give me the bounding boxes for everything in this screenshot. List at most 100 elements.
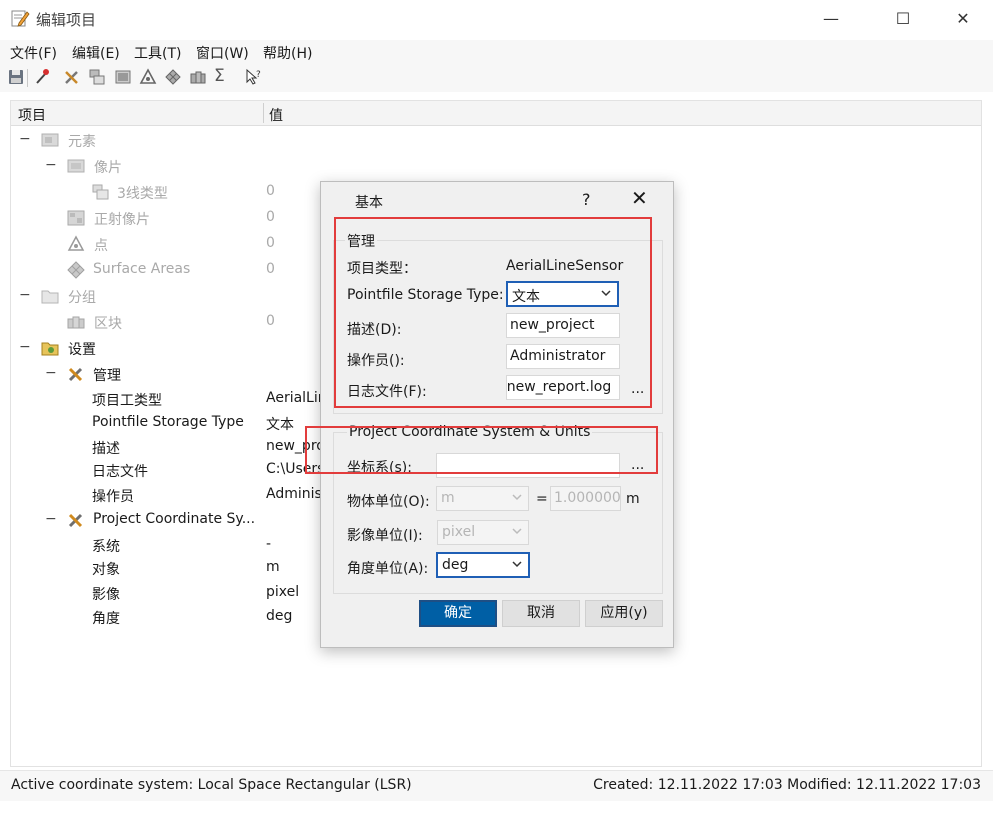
svg-text:?: ? — [256, 70, 261, 80]
tree-label: 设置 — [68, 342, 96, 358]
image-unit-label: 影像单位(I): — [347, 528, 423, 544]
tree-label: Surface Areas — [93, 261, 191, 277]
settings-folder-icon — [41, 342, 59, 356]
unit-factor-input[interactable]: 1.000000 — [550, 486, 621, 511]
tools-icon — [68, 513, 83, 528]
cancel-button[interactable]: 取消 — [502, 600, 580, 627]
menu-tools[interactable]: 工具(T) — [134, 43, 181, 63]
point-triangle-icon — [67, 235, 85, 251]
collapse-icon[interactable]: − — [19, 131, 31, 147]
object-unit-selected: m — [441, 490, 455, 506]
tree-label: 分组 — [68, 290, 96, 306]
tree-label: 3线类型 — [117, 186, 168, 202]
tree-value: pixel — [266, 584, 300, 600]
ortho-image-icon — [67, 210, 85, 226]
tools-icon — [68, 367, 83, 382]
chevron-down-icon — [512, 528, 522, 535]
unit-factor-unit: m — [626, 491, 640, 507]
sigma-icon[interactable]: Σ — [214, 66, 232, 86]
tree-label: 系统 — [92, 539, 120, 555]
tree-label: 对象 — [92, 562, 120, 578]
collapse-icon[interactable]: − — [45, 365, 57, 381]
grid-icon[interactable] — [164, 68, 182, 86]
timestamps-status: Created: 12.11.2022 17:03 Modified: 12.1… — [593, 777, 981, 793]
magic-wand-icon[interactable] — [33, 68, 51, 86]
collapse-icon[interactable]: − — [45, 157, 57, 173]
tree-label: 描述 — [92, 441, 120, 457]
maximize-button[interactable]: ☐ — [880, 0, 926, 38]
tree-label: 管理 — [93, 368, 121, 384]
tree-value: AerialLineSensor — [266, 390, 321, 406]
chevron-down-icon — [512, 494, 522, 501]
column-header-item[interactable]: 项目 — [18, 105, 46, 125]
dialog-close-icon[interactable]: ✕ — [631, 186, 648, 210]
tree-label: Project Coordinate Sy... — [93, 511, 256, 527]
tree-value: Administrator — [266, 486, 321, 502]
tree-label: Pointfile Storage Type — [92, 414, 244, 430]
tree-label: 操作员 — [92, 489, 134, 505]
object-unit-label: 物体单位(O): — [347, 494, 430, 510]
highlight-box-management — [334, 217, 652, 408]
column-separator[interactable] — [263, 103, 264, 123]
status-bar: Active coordinate system: Local Space Re… — [0, 770, 993, 801]
tree-label: 正射像片 — [94, 212, 150, 228]
help-icon[interactable]: ? — [582, 190, 591, 209]
layers-icon — [92, 184, 109, 200]
layers-icon[interactable] — [88, 68, 106, 86]
tree-value: 0 — [266, 261, 275, 277]
tree-value: 0 — [266, 313, 275, 329]
object-unit-select[interactable]: m — [436, 486, 529, 511]
angle-unit-label: 角度单位(A): — [347, 561, 429, 577]
tree-label: 区块 — [94, 316, 122, 332]
menu-file[interactable]: 文件(F) — [10, 43, 57, 63]
surface-grid-icon — [67, 261, 85, 279]
tree-row[interactable]: − 像片 — [11, 154, 981, 178]
triangle-icon[interactable] — [139, 68, 157, 86]
tree-value: - — [266, 536, 272, 552]
menu-help[interactable]: 帮助(H) — [263, 43, 312, 63]
tree-value: 0 — [266, 235, 275, 251]
chevron-down-icon — [512, 561, 522, 568]
tree-header: 项目 值 — [11, 101, 981, 126]
tree-value: 0 — [266, 183, 275, 199]
folder-icon — [41, 290, 59, 304]
minimize-button[interactable]: — — [808, 0, 854, 38]
tree-label: 日志文件 — [92, 464, 148, 480]
image-icon[interactable] — [114, 68, 132, 86]
collapse-icon[interactable]: − — [19, 287, 31, 303]
tree-value: 0 — [266, 209, 275, 225]
column-header-value[interactable]: 值 — [269, 105, 283, 125]
image-unit-selected: pixel — [442, 524, 476, 540]
ok-button[interactable]: 确定 — [419, 600, 497, 627]
image-icon — [67, 159, 85, 173]
blocks-icon[interactable] — [189, 68, 207, 86]
edit-pencil-icon — [11, 10, 30, 27]
highlight-box-coordinate-system — [305, 426, 658, 474]
toolbar-separator — [27, 69, 28, 87]
dialog-title: 基本 — [355, 195, 383, 211]
toolbar: Σ ? — [0, 64, 993, 92]
tree-label: 点 — [94, 238, 108, 254]
close-button[interactable]: ✕ — [940, 0, 986, 38]
coordinate-system-status: Active coordinate system: Local Space Re… — [11, 777, 412, 793]
angle-unit-select[interactable]: deg — [436, 552, 530, 578]
menu-bar: 文件(F) 编辑(E) 工具(T) 窗口(W) 帮助(H) — [0, 40, 993, 64]
tools-icon[interactable] — [63, 68, 81, 86]
blocks-icon — [67, 316, 85, 329]
collapse-icon[interactable]: − — [45, 511, 57, 527]
image-unit-select[interactable]: pixel — [437, 520, 529, 545]
tree-label: 影像 — [92, 587, 120, 603]
apply-button[interactable]: 应用(y) — [585, 600, 663, 627]
tree-row[interactable]: − 元素 — [11, 128, 981, 152]
tree-label: 像片 — [94, 160, 122, 176]
save-icon[interactable] — [7, 68, 25, 86]
equals-sign: = — [536, 491, 548, 507]
tree-value: m — [266, 559, 280, 575]
title-bar: 编辑项目 — ☐ ✕ — [0, 0, 993, 38]
menu-window[interactable]: 窗口(W) — [196, 43, 249, 63]
tree-label: 元素 — [68, 134, 96, 150]
menu-edit[interactable]: 编辑(E) — [72, 43, 120, 63]
collapse-icon[interactable]: − — [19, 339, 31, 355]
window-title: 编辑项目 — [36, 11, 97, 29]
help-pointer-icon[interactable]: ? — [245, 68, 263, 86]
